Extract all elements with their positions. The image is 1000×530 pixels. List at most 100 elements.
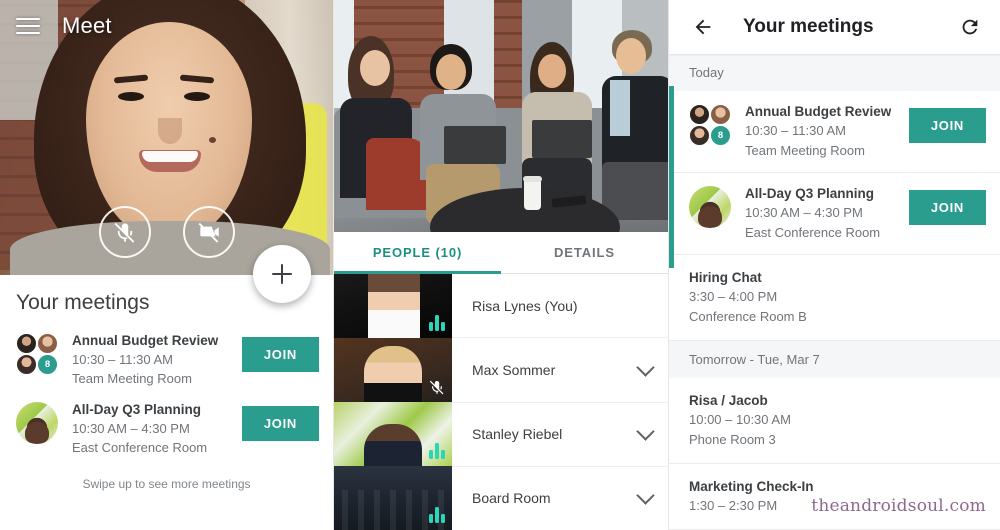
swipe-hint: Swipe up to see more meetings: [82, 477, 251, 491]
meeting-room: Team Meeting Room: [72, 371, 192, 386]
meeting-time: 10:30 AM – 4:30 PM: [745, 205, 863, 220]
audio-level-icon: [429, 443, 445, 459]
avatar-cluster: 8: [689, 104, 731, 146]
meeting-info: Annual Budget Review 10:30 – 11:30 AM Te…: [745, 102, 895, 161]
participant-eye-left: [118, 92, 144, 101]
participant-name-column: Risa Lynes (You) Max Sommer Stanley Rieb…: [452, 274, 668, 530]
list-item[interactable]: Stanley Riebel: [452, 403, 668, 467]
meeting-time: 3:30 – 4:00 PM: [689, 289, 778, 304]
meeting-info: Risa / Jacob 10:00 – 10:30 AM Phone Room…: [689, 391, 986, 450]
meeting-info: All-Day Q3 Planning 10:30 AM – 4:30 PM E…: [745, 184, 895, 243]
participant-thumbnail[interactable]: [334, 338, 452, 402]
list-item[interactable]: All-Day Q3 Planning 10:30 AM – 4:30 PM E…: [0, 394, 333, 463]
meeting-time: 10:30 AM – 4:30 PM: [72, 421, 190, 436]
join-button[interactable]: JOIN: [241, 406, 319, 441]
your-meetings-panel: Your meetings Today 8 Annual Budget Revi…: [668, 0, 1000, 530]
video-off-icon: [198, 222, 219, 243]
site-watermark: theandroidsoul.com: [811, 496, 986, 516]
avatar: [16, 354, 37, 375]
avatar: [37, 333, 58, 354]
list-item[interactable]: Board Room: [452, 467, 668, 530]
participant-thumbnail-column: [334, 274, 452, 530]
avatar: [689, 104, 710, 125]
meeting-title: All-Day Q3 Planning: [72, 402, 202, 417]
chevron-down-icon[interactable]: [636, 486, 655, 506]
section-header-tomorrow: Tomorrow - Tue, Mar 7: [669, 341, 1000, 378]
call-panel: Meet Your meetings 8 Annual Budget Revie…: [0, 0, 333, 530]
list-item[interactable]: Risa Lynes (You): [452, 274, 668, 339]
list-item[interactable]: Hiring Chat 3:30 – 4:00 PM Conference Ro…: [669, 255, 1000, 341]
participants-area: Risa Lynes (You) Max Sommer Stanley Rieb…: [334, 274, 668, 530]
list-item[interactable]: All-Day Q3 Planning 10:30 AM – 4:30 PM E…: [669, 173, 1000, 255]
meeting-time: 10:30 – 11:30 AM: [745, 123, 846, 138]
app-title: Meet: [62, 13, 112, 38]
hamburger-icon[interactable]: [16, 18, 40, 34]
meeting-info: All-Day Q3 Planning 10:30 AM – 4:30 PM E…: [72, 400, 228, 457]
refresh-glyph: [962, 19, 978, 35]
meeting-title: Annual Budget Review: [745, 104, 892, 119]
meeting-room: Team Meeting Room: [745, 143, 865, 158]
new-meeting-fab[interactable]: [253, 245, 311, 303]
meeting-time: 10:00 – 10:30 AM: [689, 412, 791, 427]
participant-name: Board Room: [472, 490, 551, 507]
participant-thumbnail[interactable]: [334, 402, 452, 466]
participant-name: Stanley Riebel: [472, 426, 563, 443]
meetings-bottom-sheet: Your meetings 8 Annual Budget Review 10:…: [0, 275, 333, 530]
room-person: [602, 30, 668, 220]
meeting-room: East Conference Room: [745, 225, 881, 240]
meeting-time: 10:30 – 11:30 AM: [72, 352, 173, 367]
tab-details[interactable]: DETAILS: [501, 232, 668, 273]
meeting-title: Hiring Chat: [689, 270, 762, 285]
chevron-down-icon[interactable]: [636, 358, 655, 377]
section-header-today: Today: [669, 54, 1000, 91]
participant-nose: [158, 118, 182, 144]
mic-off-icon: [114, 222, 134, 243]
audio-level-icon: [429, 315, 445, 331]
participant-name: Risa Lynes (You): [472, 297, 578, 314]
list-item[interactable]: Max Sommer: [452, 338, 668, 403]
people-panel: PEOPLE (10) DETAILS Risa Lynes (You) Max…: [333, 0, 668, 530]
people-details-tabs: PEOPLE (10) DETAILS: [334, 232, 668, 274]
app-screen: Meet Your meetings 8 Annual Budget Revie…: [0, 0, 1000, 530]
participant-mole: [209, 137, 216, 143]
meeting-title: Risa / Jacob: [689, 393, 768, 408]
meeting-info: Hiring Chat 3:30 – 4:00 PM Conference Ro…: [689, 268, 986, 327]
list-item[interactable]: Risa / Jacob 10:00 – 10:30 AM Phone Room…: [669, 378, 1000, 464]
list-item[interactable]: 8 Annual Budget Review 10:30 – 11:30 AM …: [0, 325, 333, 394]
back-arrow-glyph: [695, 19, 711, 35]
back-arrow-icon[interactable]: [689, 13, 717, 41]
mic-off-button[interactable]: [98, 206, 151, 258]
room-blanket: [366, 138, 428, 210]
avatar-cluster: 8: [16, 333, 58, 375]
list-item[interactable]: 8 Annual Budget Review 10:30 – 11:30 AM …: [669, 91, 1000, 173]
join-button[interactable]: JOIN: [908, 190, 986, 225]
meeting-room-video-feed: [334, 0, 668, 232]
today-accent-bar: [669, 86, 674, 268]
avatar: [710, 104, 731, 125]
meeting-title: All-Day Q3 Planning: [745, 186, 875, 201]
video-off-button[interactable]: [182, 206, 235, 258]
meeting-info: Annual Budget Review 10:30 – 11:30 AM Te…: [72, 331, 228, 388]
participant-mouth: [139, 150, 201, 172]
meeting-room: Phone Room 3: [689, 432, 776, 447]
avatar: [16, 333, 37, 354]
join-button[interactable]: JOIN: [241, 337, 319, 372]
mic-off-icon: [429, 380, 444, 395]
chevron-down-icon[interactable]: [636, 422, 655, 441]
participant-eye-right: [184, 92, 210, 101]
app-topbar: Meet: [0, 0, 333, 52]
tab-people[interactable]: PEOPLE (10): [334, 232, 501, 274]
avatar: [16, 402, 58, 444]
avatar: [689, 125, 710, 146]
participant-thumbnail[interactable]: [334, 466, 452, 530]
meeting-title: Marketing Check-In: [689, 479, 814, 494]
avatar: [689, 186, 731, 228]
refresh-icon[interactable]: [956, 13, 984, 41]
audio-level-icon: [429, 507, 445, 523]
meeting-title: Annual Budget Review: [72, 333, 219, 348]
meeting-room: Conference Room B: [689, 309, 807, 324]
panel-header: Your meetings: [669, 0, 1000, 54]
participant-thumbnail[interactable]: [334, 274, 452, 338]
join-button[interactable]: JOIN: [908, 108, 986, 143]
coffee-cup: [523, 176, 542, 210]
